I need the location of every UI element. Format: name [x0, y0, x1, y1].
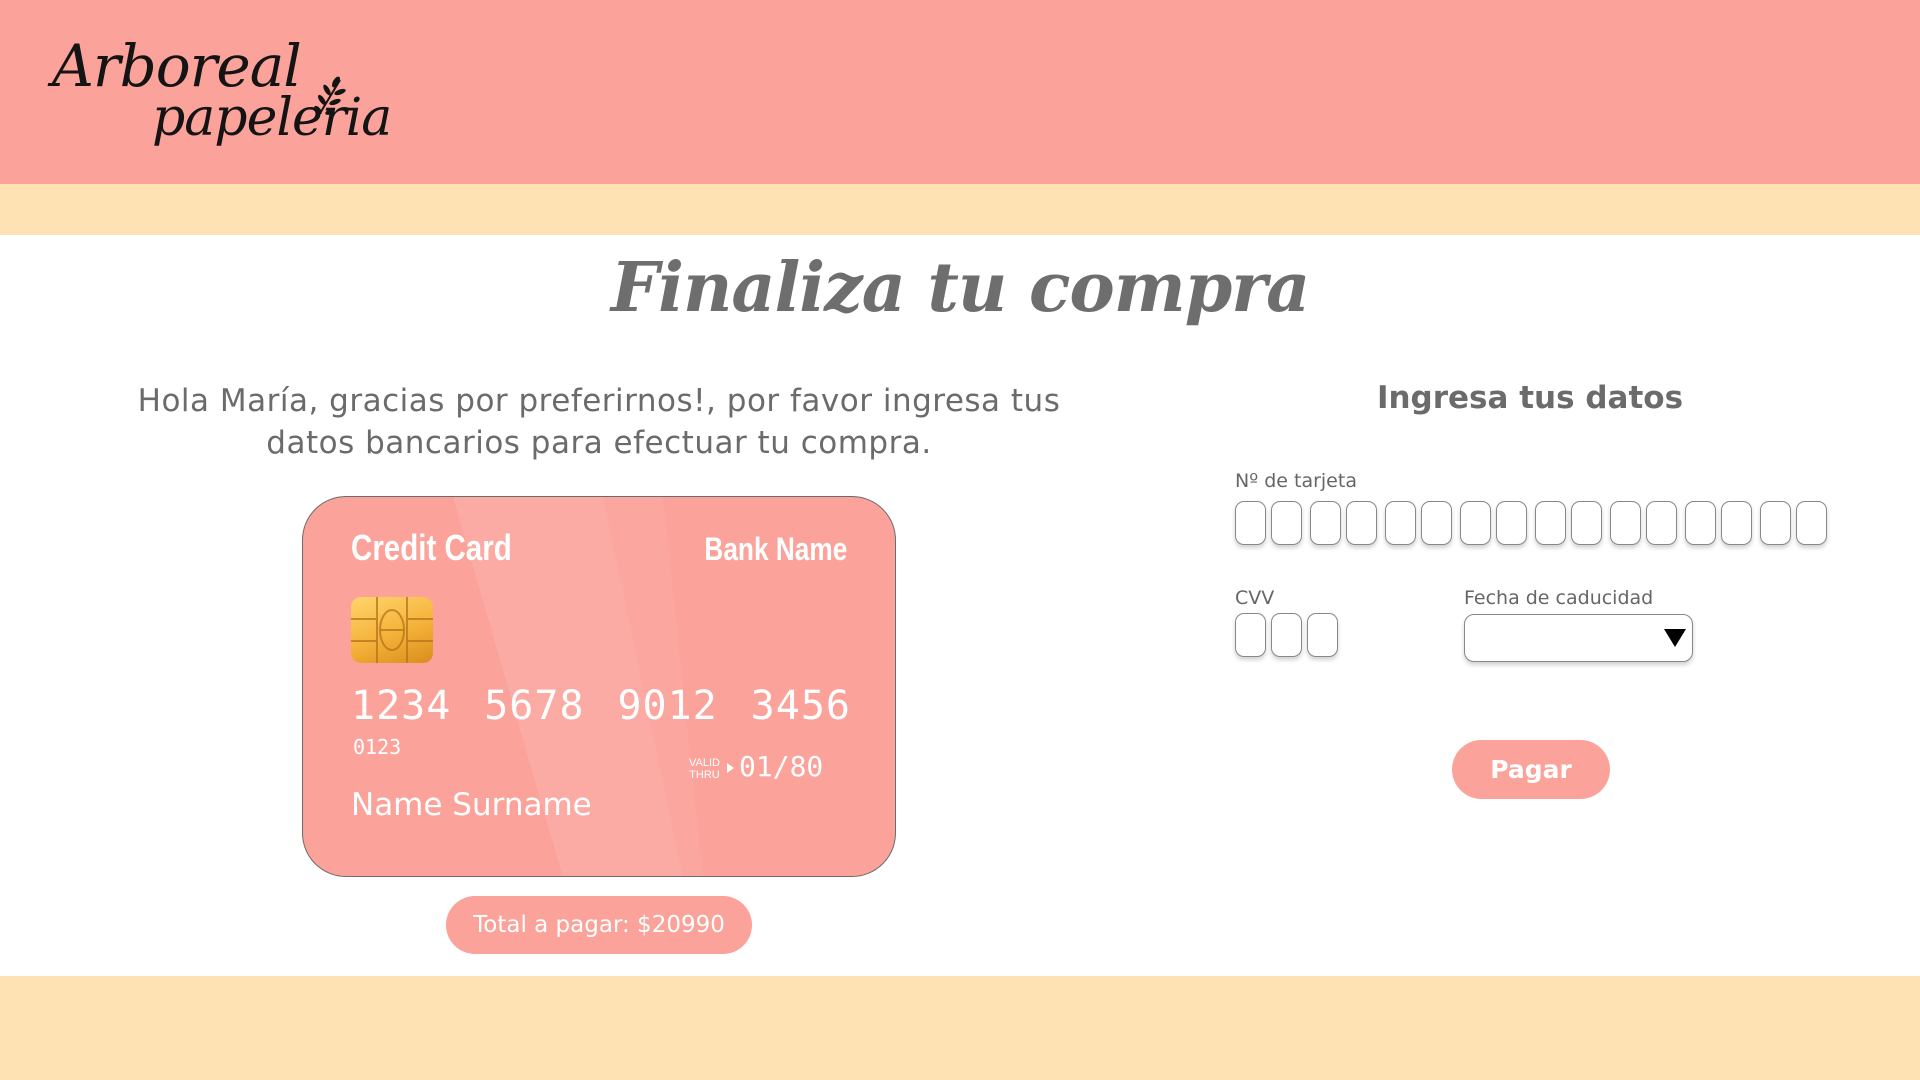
- total-amount-badge: Total a pagar: $20990: [446, 896, 752, 954]
- cvv-digit-input[interactable]: [1271, 613, 1302, 657]
- dropdown-arrow-icon: [1664, 629, 1686, 647]
- card-digit-input[interactable]: [1646, 501, 1677, 545]
- credit-card-preview: Credit Card Bank Name 1234 5678 9012 345…: [302, 496, 896, 877]
- valid-thru-label: VALID THRU: [689, 757, 720, 781]
- page-title: Finaliza tu compra: [610, 248, 1310, 328]
- card-digit-input[interactable]: [1685, 501, 1716, 545]
- card-expiry-date: 01/80: [739, 750, 824, 783]
- card-number-group: 5678: [484, 683, 585, 729]
- card-number-inputs: [1235, 501, 1832, 545]
- card-digit-input[interactable]: [1460, 501, 1491, 545]
- cvv-label: CVV: [1235, 587, 1275, 609]
- brand-logo[interactable]: Arboreal papeleria: [52, 32, 392, 162]
- decorative-band-bottom: [0, 976, 1920, 1080]
- cvv-digit-input[interactable]: [1307, 613, 1338, 657]
- site-header: Arboreal papeleria: [0, 0, 1920, 184]
- card-digit-input[interactable]: [1385, 501, 1416, 545]
- card-holder-name: Name Surname: [351, 787, 592, 823]
- card-digit-input[interactable]: [1796, 501, 1827, 545]
- card-small-number: 0123: [353, 735, 402, 759]
- card-number-group: 9012: [617, 683, 718, 729]
- card-number-display: 1234 5678 9012 3456: [351, 683, 851, 729]
- card-number-group: 1234: [351, 683, 452, 729]
- cvv-digit-input[interactable]: [1235, 613, 1266, 657]
- valid-thru-arrow-icon: [727, 763, 734, 773]
- card-digit-input[interactable]: [1760, 501, 1791, 545]
- card-digit-input[interactable]: [1271, 501, 1302, 545]
- leaf-sprig-icon: [314, 76, 346, 121]
- card-digit-input[interactable]: [1721, 501, 1752, 545]
- logo-text-line2: papeleria: [152, 88, 392, 148]
- card-digit-input[interactable]: [1421, 501, 1452, 545]
- expiry-date-select[interactable]: [1464, 614, 1693, 662]
- card-digit-input[interactable]: [1535, 501, 1566, 545]
- card-digit-input[interactable]: [1571, 501, 1602, 545]
- pay-button[interactable]: Pagar: [1452, 740, 1610, 799]
- card-number-label: Nº de tarjeta: [1235, 470, 1357, 492]
- card-digit-input[interactable]: [1310, 501, 1341, 545]
- card-chip-icon: [351, 597, 433, 663]
- form-heading: Ingresa tus datos: [1376, 380, 1684, 416]
- cvv-inputs: [1235, 613, 1343, 657]
- expiry-date-label: Fecha de caducidad: [1464, 587, 1654, 609]
- card-digit-input[interactable]: [1346, 501, 1377, 545]
- card-digit-input[interactable]: [1610, 501, 1641, 545]
- card-digit-input[interactable]: [1235, 501, 1266, 545]
- card-bank-name: Bank Name: [704, 531, 847, 567]
- greeting-message: Hola María, gracias por preferirnos!, po…: [137, 383, 1061, 461]
- decorative-band-top: [0, 184, 1920, 235]
- card-digit-input[interactable]: [1496, 501, 1527, 545]
- card-number-group: 3456: [750, 683, 851, 729]
- card-type-label: Credit Card: [351, 527, 512, 568]
